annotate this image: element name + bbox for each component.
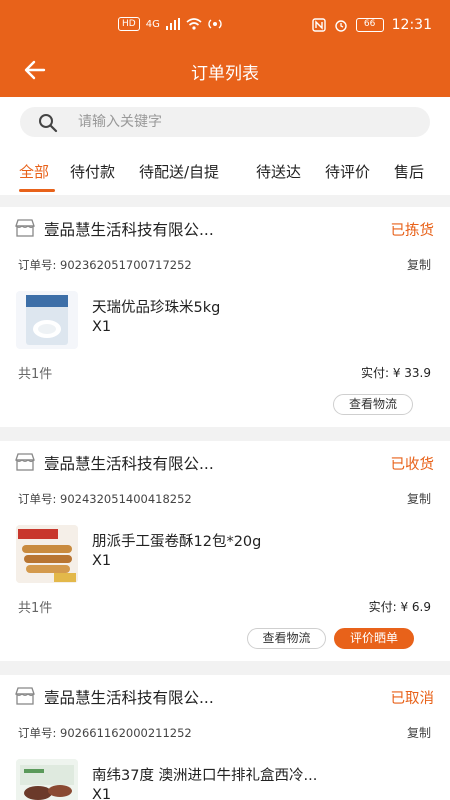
status-bar: HD 4G 66 12:31 xyxy=(0,0,450,50)
app-header: HD 4G 66 12:31 订单列表 xyxy=(0,0,450,97)
store-name[interactable]: 壹品慧生活科技有限公... xyxy=(44,218,214,240)
search-icon xyxy=(39,114,58,133)
store-icon xyxy=(15,453,35,471)
order-card[interactable]: 壹品慧生活科技有限公... 已收货 订单号: 90243205140041825… xyxy=(0,441,450,661)
paid-amount: 实付: ¥ 33.9 xyxy=(360,366,431,380)
store-name[interactable]: 壹品慧生活科技有限公... xyxy=(44,452,214,474)
view-logistics-button[interactable]: 查看物流 xyxy=(247,628,326,649)
order-status: 已取消 xyxy=(390,691,435,707)
store-icon xyxy=(15,219,35,237)
order-card[interactable]: 壹品慧生活科技有限公... 已拣货 订单号: 90236205170071725… xyxy=(0,207,450,427)
battery-icon: 66 xyxy=(355,18,384,32)
page-title: 订单列表 xyxy=(191,64,259,84)
product-quantity: X1 xyxy=(92,319,112,335)
view-logistics-button[interactable]: 查看物流 xyxy=(333,394,413,415)
clock: 12:31 xyxy=(391,17,432,33)
product-name[interactable]: 天瑞优品珍珠米5kg xyxy=(92,296,220,317)
product-quantity: X1 xyxy=(92,787,112,800)
search-box[interactable] xyxy=(20,107,430,137)
alarm-icon xyxy=(334,20,347,32)
item-count: 共1件 xyxy=(18,367,53,382)
hotspot-icon xyxy=(208,19,222,29)
wifi-icon xyxy=(186,18,202,30)
tab-after-sales[interactable]: 售后 xyxy=(394,161,424,182)
search-section xyxy=(0,97,450,147)
product-image[interactable] xyxy=(16,525,78,583)
active-tab-indicator xyxy=(19,189,55,192)
hd-indicator: HD xyxy=(118,17,140,31)
product-name[interactable]: 朋派手工蛋卷酥12包*20g xyxy=(92,530,261,551)
product-quantity: X1 xyxy=(92,553,112,569)
product-name[interactable]: 南纬37度 澳洲进口牛排礼盒西冷... xyxy=(92,764,317,785)
product-image[interactable] xyxy=(16,291,78,349)
signal-icon xyxy=(165,18,180,30)
tab-pending-delivery[interactable]: 待配送/自提 xyxy=(139,161,219,182)
order-status: 已拣货 xyxy=(390,223,435,239)
product-image[interactable] xyxy=(16,759,78,800)
order-number: 订单号: 902661162000211252 xyxy=(18,726,192,740)
paid-amount: 实付: ¥ 6.9 xyxy=(368,600,431,614)
order-status: 已收货 xyxy=(390,457,435,473)
order-card[interactable]: 壹品慧生活科技有限公... 已取消 订单号: 90266116200021125… xyxy=(0,675,450,800)
copy-button[interactable]: 复制 xyxy=(407,256,431,273)
nfc-icon xyxy=(311,18,326,32)
search-input[interactable] xyxy=(78,107,408,137)
tab-pending-review[interactable]: 待评价 xyxy=(325,161,370,182)
store-name[interactable]: 壹品慧生活科技有限公... xyxy=(44,686,214,708)
order-tabs: 全部 待付款 待配送/自提 待送达 待评价 售后 xyxy=(0,147,450,195)
tab-in-transit[interactable]: 待送达 xyxy=(256,161,301,182)
copy-button[interactable]: 复制 xyxy=(407,490,431,507)
item-count: 共1件 xyxy=(18,601,53,616)
order-number: 订单号: 902362051700717252 xyxy=(18,258,192,272)
copy-button[interactable]: 复制 xyxy=(407,724,431,741)
tab-all[interactable]: 全部 xyxy=(19,161,49,182)
store-icon xyxy=(15,687,35,705)
order-number: 订单号: 902432051400418252 xyxy=(18,492,192,506)
review-button[interactable]: 评价晒单 xyxy=(334,628,414,649)
tab-pending-payment[interactable]: 待付款 xyxy=(70,161,115,182)
network-type: 4G xyxy=(145,18,160,30)
